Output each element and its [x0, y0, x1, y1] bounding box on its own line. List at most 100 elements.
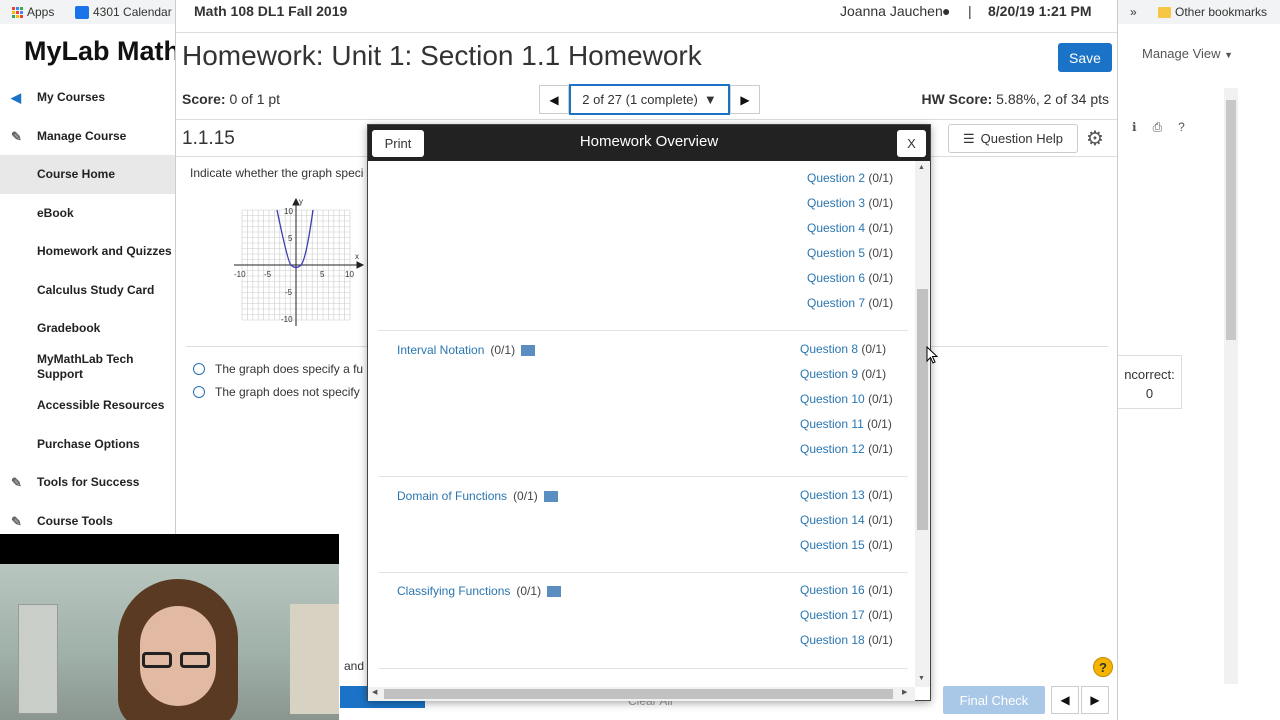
radio-button[interactable] [193, 363, 205, 375]
question-link[interactable]: Question 8 (0/1) [800, 342, 886, 356]
close-button[interactable]: X [897, 130, 926, 157]
sidebar-item-homework[interactable]: Homework and Quizzes [0, 232, 175, 271]
sidebar-item-tech-support[interactable]: MyMathLab Tech Support [0, 348, 175, 387]
prev-button[interactable]: ◀ [1051, 686, 1079, 714]
question-score: (0/1) [868, 296, 894, 310]
sidebar-item-label: Purchase Options [37, 436, 140, 451]
sidebar-item-tools-success[interactable]: ✎ Tools for Success [0, 463, 175, 502]
sidebar-item-manage-course[interactable]: ✎ Manage Course [0, 117, 175, 156]
homework-overview-dialog: Print Homework Overview X Question 2 (0/… [367, 124, 931, 701]
sidebar-item-my-courses[interactable]: ◀ My Courses [0, 78, 175, 117]
section-score: (0/1) [513, 489, 538, 503]
save-button[interactable]: Save [1058, 43, 1112, 72]
question-link[interactable]: Question 4 (0/1) [807, 221, 893, 235]
question-link[interactable]: Question 2 (0/1) [807, 171, 893, 185]
sidebar-item-label: Course Home [37, 167, 116, 182]
dialog-horizontal-scrollbar[interactable]: ◀ ▶ [368, 687, 915, 701]
sidebar-item-course-home[interactable]: Course Home [0, 155, 175, 194]
sidebar-item-label: Calculus Study Card [37, 282, 155, 297]
triangle-left-icon: ◀ [1060, 693, 1070, 707]
help-icon[interactable]: ? [1178, 120, 1185, 135]
section-domain-of-functions[interactable]: Domain of Functions (0/1) [397, 489, 558, 503]
next-question-button[interactable]: ▶ [730, 85, 760, 114]
score: Score: 0 of 1 pt [182, 91, 280, 107]
sidebar-item-label: Homework and Quizzes [37, 244, 172, 259]
next-button[interactable]: ▶ [1081, 686, 1109, 714]
bookmarks-more[interactable]: » [1130, 5, 1137, 19]
tick-y: -5 [285, 288, 293, 297]
prev-question-button[interactable]: ◀ [539, 85, 569, 114]
question-link[interactable]: Question 7 (0/1) [807, 296, 893, 310]
question-link[interactable]: Question 12 (0/1) [800, 442, 893, 456]
sidebar-item-ebook[interactable]: eBook [0, 194, 175, 233]
question-link-label: Question 12 [800, 442, 865, 456]
section-divider [378, 572, 908, 573]
question-link[interactable]: Question 15 (0/1) [800, 538, 893, 552]
webcam-door [18, 604, 58, 714]
question-link[interactable]: Question 16 (0/1) [800, 583, 893, 597]
sidebar-item-label: eBook [37, 205, 74, 220]
question-link[interactable]: Question 9 (0/1) [800, 367, 886, 381]
question-score: (0/1) [861, 342, 887, 356]
bookmark-other[interactable]: Other bookmarks [1158, 5, 1267, 19]
question-link[interactable]: Question 3 (0/1) [807, 196, 893, 210]
page-scrollbar-thumb[interactable] [1226, 100, 1236, 340]
incorrect-label: ncorrect: [1124, 367, 1175, 382]
scroll-up-icon[interactable]: ▲ [918, 164, 925, 171]
film-icon[interactable] [521, 344, 536, 356]
toolbar-icons: ℹ ⎙? [1132, 120, 1185, 135]
question-link[interactable]: Question 11 (0/1) [800, 417, 892, 431]
calendar-icon [75, 5, 89, 19]
score-label: Score: [182, 91, 226, 107]
info-icon[interactable]: ℹ [1132, 120, 1137, 135]
sidebar-item-study-card[interactable]: Calculus Study Card [0, 271, 175, 310]
tick-y: 5 [288, 234, 293, 243]
final-check-button[interactable]: Final Check [943, 686, 1045, 714]
question-link[interactable]: Question 17 (0/1) [800, 608, 893, 622]
question-score: (0/1) [868, 608, 893, 622]
answer-option[interactable]: The graph does not specify [193, 385, 360, 399]
print-icon[interactable]: ⎙ [1153, 120, 1163, 135]
question-link-label: Question 14 [800, 513, 865, 527]
film-icon[interactable] [543, 490, 558, 502]
manage-view-menu[interactable]: Manage View ▼ [1142, 46, 1233, 61]
question-link[interactable]: Question 13 (0/1) [800, 488, 893, 502]
page-scrollbar[interactable] [1224, 88, 1238, 684]
help-question-icon[interactable]: ? [1093, 657, 1113, 677]
dialog-hscrollbar-thumb[interactable] [384, 689, 893, 699]
section-interval-notation[interactable]: Interval Notation (0/1) [397, 343, 536, 357]
gear-icon[interactable]: ⚙ [1086, 126, 1104, 151]
scroll-left-icon[interactable]: ◀ [372, 688, 377, 696]
question-help-button[interactable]: ☰ Question Help [948, 124, 1078, 153]
section-classifying-functions[interactable]: Classifying Functions (0/1) [397, 584, 562, 598]
answer-option[interactable]: The graph does specify a fu [193, 362, 363, 376]
sidebar-item-label: Accessible Resources [37, 398, 165, 413]
bookmark-apps[interactable]: Apps [12, 5, 54, 19]
sidebar-item-gradebook[interactable]: Gradebook [0, 309, 175, 348]
y-axis-label: y [299, 198, 303, 206]
bookmark-calendar[interactable]: 4301 Calendar [75, 5, 172, 19]
question-number: 1.1.15 [182, 128, 235, 149]
question-link[interactable]: Question 14 (0/1) [800, 513, 893, 527]
dialog-scrollbar-thumb[interactable] [917, 289, 928, 530]
dialog-title: Homework Overview [579, 133, 719, 150]
question-link[interactable]: Question 10 (0/1) [800, 392, 893, 406]
manage-view-label: Manage View [1142, 46, 1221, 61]
question-link[interactable]: Question 18 (0/1) [800, 633, 893, 647]
question-link[interactable]: Question 6 (0/1) [807, 271, 893, 285]
dialog-vertical-scrollbar[interactable]: ▲ ▼ [915, 161, 930, 687]
graph-axes [234, 198, 365, 326]
radio-button[interactable] [193, 386, 205, 398]
sidebar-item-purchase[interactable]: Purchase Options [0, 425, 175, 464]
sidebar-item-accessible[interactable]: Accessible Resources [0, 386, 175, 425]
scroll-down-icon[interactable]: ▼ [918, 675, 925, 682]
tools-icon: ✎ [11, 475, 22, 490]
question-score: (0/1) [861, 367, 887, 381]
webcam-glasses-left [142, 652, 172, 668]
question-link[interactable]: Question 5 (0/1) [807, 246, 893, 260]
scroll-right-icon[interactable]: ▶ [902, 688, 907, 696]
tick-x: -10 [234, 270, 246, 279]
question-select[interactable]: 2 of 27 (1 complete) ▼ [569, 84, 730, 115]
film-icon[interactable] [547, 585, 562, 597]
folder-icon [1158, 6, 1171, 18]
